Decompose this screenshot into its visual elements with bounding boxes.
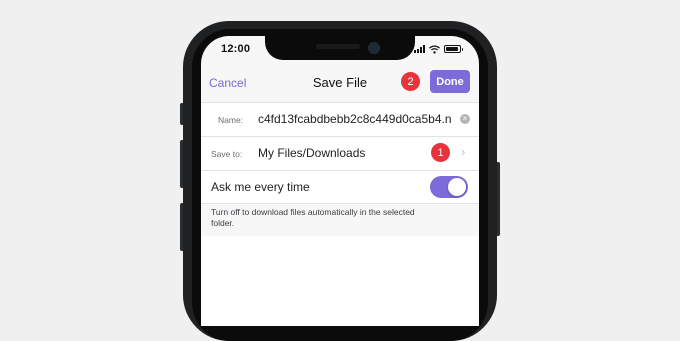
step-marker-1: 1 [431,143,450,162]
footnote: Turn off to download files automatically… [211,207,415,228]
save-to-row[interactable]: Save to: My Files/Downloads 1 › [201,136,479,170]
signal-icon [414,45,425,53]
ask-label: Ask me every time [211,180,310,194]
ask-toggle[interactable] [430,176,468,198]
divider [201,203,479,204]
name-field-clip: c4fd13fcabdbebb2c8c449d0ca5b4.n [258,111,456,127]
done-button[interactable]: Done [430,70,470,93]
status-icons [414,44,463,54]
notch [265,36,415,60]
empty-area [201,236,479,326]
step-marker-2: 2 [401,72,420,91]
front-camera [368,42,380,54]
ask-row: Ask me every time [201,170,479,204]
save-to-label: Save to: [211,149,243,159]
battery-icon [444,45,463,53]
status-time: 12:00 [221,43,251,55]
name-row: Name: c4fd13fcabdbebb2c8c449d0ca5b4.n × [201,102,479,136]
speaker [316,44,360,49]
chevron-right-icon: › [461,144,466,159]
save-options-group: Name: c4fd13fcabdbebb2c8c449d0ca5b4.n × … [201,102,479,204]
navigation-bar: Cancel Save File 2 Done [201,66,479,102]
save-to-value: My Files/Downloads [258,146,366,160]
name-field[interactable]: c4fd13fcabdbebb2c8c449d0ca5b4.n [258,112,452,126]
wifi-icon [429,44,440,54]
toggle-knob [448,178,466,196]
phone-screen: 12:00 Cancel Save File 2 Done Name: c4fd… [201,36,479,326]
clear-icon[interactable]: × [460,114,470,124]
name-label: Name: [218,115,244,125]
